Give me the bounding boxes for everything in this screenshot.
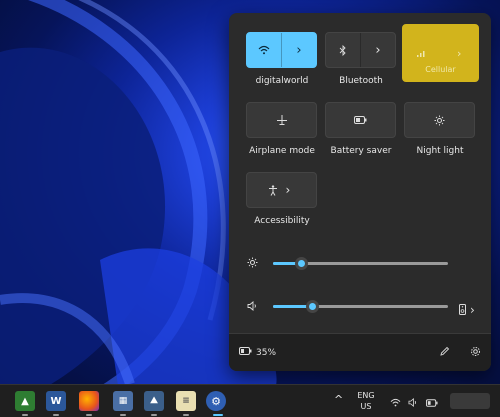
brightness-slider[interactable]	[273, 257, 448, 270]
volume-slider[interactable]	[273, 300, 448, 313]
quick-settings-tray-button[interactable]	[386, 393, 442, 410]
night-light-label: Night light	[416, 146, 464, 156]
wifi-label: digitalworld	[255, 76, 309, 86]
bluetooth-label: Bluetooth	[339, 76, 383, 86]
accessibility-icon	[268, 184, 278, 196]
cellular-label: Cellular	[425, 65, 456, 74]
accessibility-toggle[interactable]	[247, 173, 282, 207]
taskbar-app-photos[interactable]: ⛰	[144, 391, 164, 411]
volume-slider-row: ›	[247, 299, 475, 317]
taskbar-app-word[interactable]: W	[46, 391, 66, 411]
volume-slider-thumb[interactable]	[306, 300, 319, 313]
bluetooth-toggle[interactable]	[326, 33, 360, 67]
wifi-tile[interactable]: ›	[246, 32, 317, 68]
battery-status[interactable]: 35%	[239, 347, 276, 358]
chevron-right-icon: ›	[296, 42, 302, 58]
cellular-tile[interactable]: › Cellular	[402, 24, 479, 82]
quick-settings-footer: 35%	[229, 333, 491, 371]
bluetooth-icon	[339, 44, 347, 56]
battery-icon	[239, 347, 252, 358]
battery-icon	[426, 392, 438, 411]
taskbar-app-photo-editor[interactable]: ▲	[15, 391, 35, 411]
chevron-right-icon: ›	[457, 46, 462, 60]
wifi-toggle[interactable]	[247, 33, 281, 67]
photo-editor-icon: ▲	[21, 395, 29, 407]
language-indicator[interactable]: ENG US	[354, 390, 378, 412]
bluetooth-tile[interactable]: ›	[325, 32, 396, 68]
show-hidden-icons-button[interactable]: ^	[334, 393, 343, 406]
speaker-icon	[408, 392, 418, 411]
taskbar-app-settings[interactable]: ⚙	[206, 391, 226, 411]
pencil-icon	[439, 346, 450, 360]
night-light-icon	[434, 115, 445, 126]
edit-quick-settings-button[interactable]	[439, 346, 450, 360]
gear-icon: ⚙	[211, 394, 221, 408]
accessibility-expand-button[interactable]: ›	[282, 173, 317, 207]
wifi-icon	[390, 392, 401, 411]
speaker-device-icon	[459, 300, 466, 319]
airplane-mode-tile[interactable]	[246, 102, 317, 138]
cellular-icon	[416, 49, 427, 57]
audio-output-button[interactable]: ›	[459, 300, 475, 319]
chevron-right-icon: ›	[285, 183, 291, 197]
quick-settings-panel: › digitalworld › Bluetooth › Cellular Ai…	[229, 13, 491, 371]
speaker-icon	[247, 300, 263, 314]
battery-saver-icon	[354, 116, 367, 124]
taskbar-app-firefox[interactable]	[79, 391, 99, 411]
taskbar-app-calculator[interactable]: ▦	[113, 391, 133, 411]
gear-icon	[470, 346, 481, 360]
language-code: ENG	[357, 391, 375, 400]
clock-blurred[interactable]	[450, 393, 490, 409]
chevron-right-icon: ›	[470, 302, 475, 317]
taskbar: ▲ W ▦ ⛰ ≡ ⚙ ^ ENG US	[0, 384, 500, 417]
notepad-icon: ≡	[182, 396, 190, 406]
settings-button[interactable]	[470, 346, 481, 360]
brightness-icon	[247, 257, 263, 271]
battery-saver-tile[interactable]	[325, 102, 396, 138]
battery-percent: 35%	[256, 347, 277, 358]
night-light-tile[interactable]	[404, 102, 475, 138]
calculator-icon: ▦	[118, 396, 128, 406]
chevron-up-icon: ^	[334, 393, 344, 406]
chevron-right-icon: ›	[375, 42, 381, 58]
brightness-slider-thumb[interactable]	[295, 257, 308, 270]
taskbar-app-notepad[interactable]: ≡	[176, 391, 196, 411]
accessibility-tile[interactable]: ›	[246, 172, 317, 208]
brightness-slider-row	[247, 256, 475, 272]
bluetooth-expand-button[interactable]: ›	[361, 33, 395, 67]
wifi-expand-button[interactable]: ›	[282, 33, 316, 67]
battery-saver-label: Battery saver	[330, 146, 392, 156]
word-icon: W	[50, 395, 62, 407]
accessibility-label: Accessibility	[254, 216, 310, 226]
photos-icon: ⛰	[150, 396, 158, 406]
wifi-icon	[258, 45, 270, 55]
region-code: US	[360, 402, 372, 411]
airplane-icon	[276, 114, 288, 126]
airplane-mode-label: Airplane mode	[249, 146, 315, 156]
